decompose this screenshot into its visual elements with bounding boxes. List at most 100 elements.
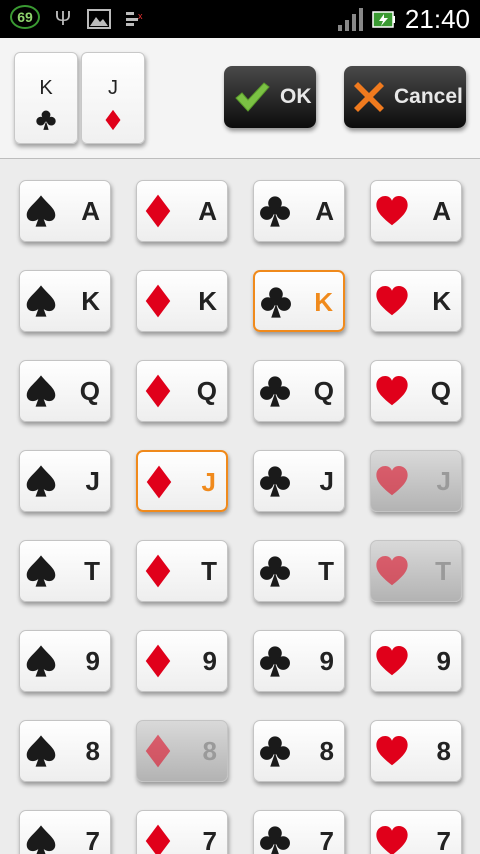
- spades-icon: [24, 464, 58, 498]
- card-rank: K: [432, 286, 451, 316]
- card-spades-8[interactable]: 8: [19, 720, 111, 782]
- status-bar: 69 Ψ x 21:40: [0, 0, 480, 38]
- card-clubs-A[interactable]: A: [253, 180, 345, 242]
- selected-card-1[interactable]: K: [14, 52, 78, 144]
- close-icon: [354, 82, 384, 112]
- card-spades-T[interactable]: T: [19, 540, 111, 602]
- clock: 21:40: [404, 4, 470, 34]
- card-clubs-K[interactable]: K: [253, 270, 345, 332]
- sim-icon: x: [124, 6, 146, 32]
- card-diamonds-8: 8: [136, 720, 228, 782]
- card-rank: A: [315, 196, 334, 226]
- diamonds-icon: [141, 824, 175, 854]
- hearts-icon: [375, 824, 409, 854]
- diamonds-icon: [141, 644, 175, 678]
- spades-icon: [24, 374, 58, 408]
- diamonds-icon: [142, 465, 176, 499]
- hearts-icon: [375, 554, 409, 588]
- card-diamonds-A[interactable]: A: [136, 180, 228, 242]
- clubs-icon: [15, 109, 77, 135]
- card-diamonds-7[interactable]: 7: [136, 810, 228, 854]
- diamonds-icon: [141, 284, 175, 318]
- card-hearts-7[interactable]: 7: [370, 810, 462, 854]
- spades-icon: [24, 194, 58, 228]
- card-clubs-T[interactable]: T: [253, 540, 345, 602]
- usb-icon: Ψ: [54, 7, 72, 30]
- card-rank: J: [85, 466, 100, 496]
- clubs-icon: [258, 464, 292, 498]
- card-diamonds-J[interactable]: J: [136, 450, 228, 512]
- card-rank: K: [314, 287, 333, 317]
- card-clubs-Q[interactable]: Q: [253, 360, 345, 422]
- card-diamonds-K[interactable]: K: [136, 270, 228, 332]
- card-hearts-K[interactable]: K: [370, 270, 462, 332]
- ok-button-label: OK: [280, 85, 312, 108]
- card-rank: Q: [430, 376, 451, 406]
- card-hearts-T: T: [370, 540, 462, 602]
- card-rank: 9: [202, 646, 217, 676]
- card-rank: K: [198, 286, 217, 316]
- card-spades-7[interactable]: 7: [19, 810, 111, 854]
- card-spades-Q[interactable]: Q: [19, 360, 111, 422]
- spades-icon: [24, 284, 58, 318]
- diamonds-icon: [141, 554, 175, 588]
- card-clubs-8[interactable]: 8: [253, 720, 345, 782]
- spades-icon: [24, 824, 58, 854]
- hearts-icon: [375, 284, 409, 318]
- card-rank: J: [201, 467, 216, 497]
- card-hearts-8[interactable]: 8: [370, 720, 462, 782]
- spades-icon: [24, 644, 58, 678]
- ok-button[interactable]: OK: [224, 66, 316, 128]
- card-rank: J: [319, 466, 334, 496]
- card-diamonds-T[interactable]: T: [136, 540, 228, 602]
- cancel-button[interactable]: Cancel: [344, 66, 466, 128]
- card-spades-J[interactable]: J: [19, 450, 111, 512]
- selected-card-2[interactable]: J: [81, 52, 145, 144]
- card-rank: Q: [196, 376, 217, 406]
- card-rank: A: [81, 196, 100, 226]
- selected-card-rank: J: [108, 77, 118, 99]
- card-clubs-7[interactable]: 7: [253, 810, 345, 854]
- card-spades-K[interactable]: K: [19, 270, 111, 332]
- card-spades-A[interactable]: A: [19, 180, 111, 242]
- clubs-icon: [259, 285, 293, 319]
- card-rank: 8: [85, 736, 100, 766]
- card-rank: T: [318, 556, 334, 586]
- card-rank: 9: [436, 646, 451, 676]
- card-rank: 7: [202, 826, 217, 854]
- clubs-icon: [258, 374, 292, 408]
- card-hearts-A[interactable]: A: [370, 180, 462, 242]
- svg-text:x: x: [138, 11, 143, 21]
- card-clubs-J[interactable]: J: [253, 450, 345, 512]
- diamonds-icon: [141, 374, 175, 408]
- card-hearts-9[interactable]: 9: [370, 630, 462, 692]
- card-clubs-9[interactable]: 9: [253, 630, 345, 692]
- clubs-icon: [258, 824, 292, 854]
- card-rank: T: [435, 556, 451, 586]
- hearts-icon: [375, 194, 409, 228]
- card-rank: T: [84, 556, 100, 586]
- clubs-icon: [258, 644, 292, 678]
- image-icon: [86, 6, 112, 32]
- card-diamonds-Q[interactable]: Q: [136, 360, 228, 422]
- battery-percent: 69: [17, 9, 33, 25]
- card-hearts-Q[interactable]: Q: [370, 360, 462, 422]
- cancel-button-label: Cancel: [394, 85, 463, 108]
- header: K J OK Cancel: [0, 38, 480, 159]
- card-rank: 8: [319, 736, 334, 766]
- card-rank: 8: [202, 736, 217, 766]
- clubs-icon: [258, 734, 292, 768]
- diamonds-icon: [141, 734, 175, 768]
- card-rank: A: [432, 196, 451, 226]
- hearts-icon: [375, 644, 409, 678]
- card-rank: 7: [436, 826, 451, 854]
- card-rank: Q: [79, 376, 100, 406]
- card-spades-9[interactable]: 9: [19, 630, 111, 692]
- card-rank: 9: [85, 646, 100, 676]
- diamonds-icon: [141, 194, 175, 228]
- hearts-icon: [375, 734, 409, 768]
- card-grid: A A A A K K K K Q Q Q Q J J J J T T T T 9 9 9 9 8 8 8 8 7 7 7 7: [0, 159, 480, 854]
- card-diamonds-9[interactable]: 9: [136, 630, 228, 692]
- card-rank: 7: [319, 826, 334, 854]
- selected-card-rank: K: [39, 77, 53, 99]
